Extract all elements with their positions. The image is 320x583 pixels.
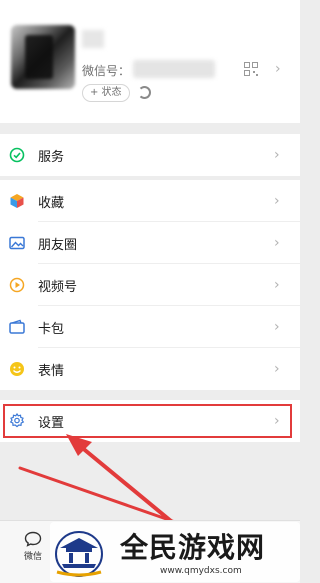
pavilion-logo-icon — [55, 531, 103, 577]
chevron-right-icon: › — [274, 361, 280, 377]
tab-chats[interactable]: 微信 — [18, 531, 48, 562]
chat-bubble-icon — [24, 531, 42, 547]
chevron-right-icon: › — [274, 147, 280, 163]
profile-chevron-icon: › — [275, 61, 281, 77]
menu-item-moments[interactable]: 朋友圈 › — [0, 222, 300, 264]
menu-item-stickers[interactable]: 表情 › — [0, 348, 300, 390]
menu-label-service: 服务 — [38, 149, 65, 165]
menu-label-cards: 卡包 — [38, 321, 65, 337]
watermark-title: 全民游戏网 — [120, 531, 266, 564]
sticker-smile-icon — [10, 362, 24, 376]
add-status-label: + 状态 — [90, 87, 122, 98]
menu-label-channels: 视频号 — [38, 279, 78, 295]
nickname-blurred — [82, 30, 104, 48]
wechat-id-label: 微信号： — [82, 64, 131, 78]
menu-label-moments: 朋友圈 — [38, 237, 78, 253]
favorites-cube-icon — [10, 194, 24, 208]
wechat-id-blurred — [133, 60, 215, 78]
qr-code-icon[interactable] — [244, 62, 258, 76]
chevron-right-icon: › — [274, 193, 280, 209]
add-status-button[interactable]: + 状态 — [82, 84, 130, 102]
features-group: 收藏 › 朋友圈 › 视频号 › 卡包 › 表情 › — [0, 180, 300, 390]
menu-label-stickers: 表情 — [38, 363, 65, 379]
service-group: 服务 › — [0, 134, 300, 176]
chevron-right-icon: › — [274, 235, 280, 251]
service-icon — [9, 147, 25, 163]
menu-label-favorites: 收藏 — [38, 195, 65, 211]
chevron-right-icon: › — [274, 319, 280, 335]
menu-item-favorites[interactable]: 收藏 › — [0, 180, 300, 222]
menu-item-service[interactable]: 服务 › — [0, 134, 300, 176]
watermark-url: www.qmydxs.com — [160, 566, 242, 576]
channels-play-icon — [9, 277, 25, 293]
tab-chats-label: 微信 — [23, 552, 42, 562]
menu-item-channels[interactable]: 视频号 › — [0, 264, 300, 306]
moments-photo-icon — [9, 236, 25, 250]
card-wallet-icon — [9, 319, 25, 334]
avatar[interactable] — [11, 25, 75, 89]
profile-header[interactable]: 微信号： › + 状态 — [0, 0, 300, 123]
status-ring-icon[interactable] — [138, 86, 151, 99]
menu-item-cards[interactable]: 卡包 › — [0, 306, 300, 348]
site-watermark: 全民游戏网 www.qmydxs.com — [50, 522, 300, 582]
chevron-right-icon: › — [274, 277, 280, 293]
